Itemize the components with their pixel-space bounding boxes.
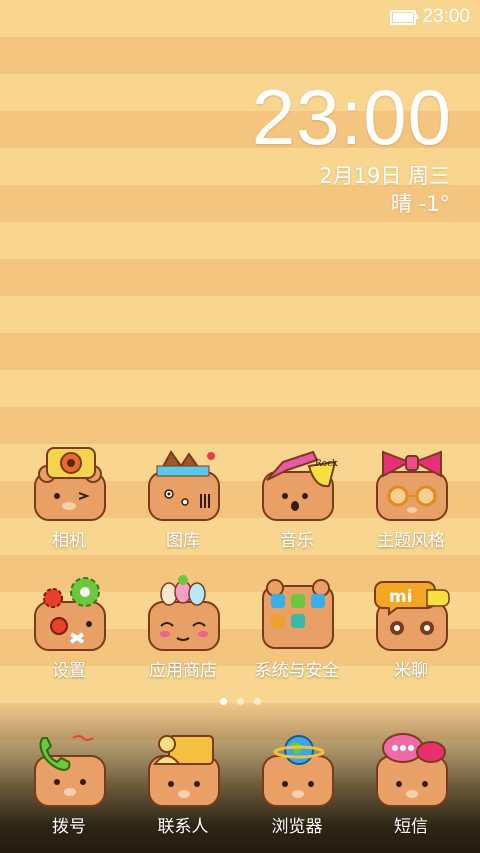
app-system-security[interactable]: 系统与安全 [242, 574, 352, 681]
dock-label: 联系人 [157, 817, 209, 837]
app-label: 应用商店 [149, 661, 217, 681]
music-icon: Rock [255, 444, 339, 524]
settings-icon [27, 574, 111, 654]
app-label: 系统与安全 [254, 661, 340, 681]
dock-contacts[interactable]: 联系人 [128, 730, 238, 837]
app-store-icon [141, 574, 225, 654]
page-indicator[interactable] [0, 698, 480, 705]
clock-widget-time[interactable]: 23:00 [252, 72, 452, 163]
system-security-icon [255, 574, 339, 654]
app-label: 设置 [52, 661, 86, 681]
app-settings[interactable]: 设置 [14, 574, 124, 681]
clock-widget-weather: 晴 -1° [390, 192, 450, 216]
app-label: 米聊 [394, 661, 428, 681]
battery-icon [390, 9, 419, 25]
svg-text:Rock: Rock [315, 459, 338, 469]
page-dot[interactable] [219, 698, 227, 705]
app-music[interactable]: Rock 音乐 [242, 444, 352, 551]
app-themes[interactable]: 主题风格 [356, 444, 466, 551]
dock-label: 浏览器 [271, 817, 323, 837]
status-time: 23:00 [422, 6, 470, 27]
svg-text:mi: mi [389, 587, 413, 607]
app-label: 图库 [166, 531, 200, 551]
messages-icon [369, 730, 453, 810]
dock-phone[interactable]: 拨号 [14, 730, 124, 837]
page-dot[interactable] [253, 698, 261, 705]
dock-browser[interactable]: 浏览器 [242, 730, 352, 837]
app-camera[interactable]: 相机 [14, 444, 124, 551]
dock-label: 短信 [394, 817, 428, 837]
app-miliao[interactable]: mi 米聊 [356, 574, 466, 681]
app-label: 音乐 [280, 531, 314, 551]
dock-messages[interactable]: 短信 [356, 730, 466, 837]
contacts-icon [141, 730, 225, 810]
dock-label: 拨号 [52, 817, 86, 837]
app-label: 相机 [52, 531, 86, 551]
camera-icon [27, 444, 111, 524]
clock-widget-date: 2月19日 周三 [319, 164, 450, 188]
status-bar: 23:00 [0, 0, 480, 34]
themes-icon [369, 444, 453, 524]
app-store[interactable]: 应用商店 [128, 574, 238, 681]
browser-icon [255, 730, 339, 810]
phone-icon [27, 730, 111, 810]
gallery-icon [141, 444, 225, 524]
app-gallery[interactable]: 图库 [128, 444, 238, 551]
app-label: 主题风格 [377, 531, 445, 551]
miliao-icon: mi [369, 574, 453, 654]
page-dot[interactable] [236, 698, 244, 705]
